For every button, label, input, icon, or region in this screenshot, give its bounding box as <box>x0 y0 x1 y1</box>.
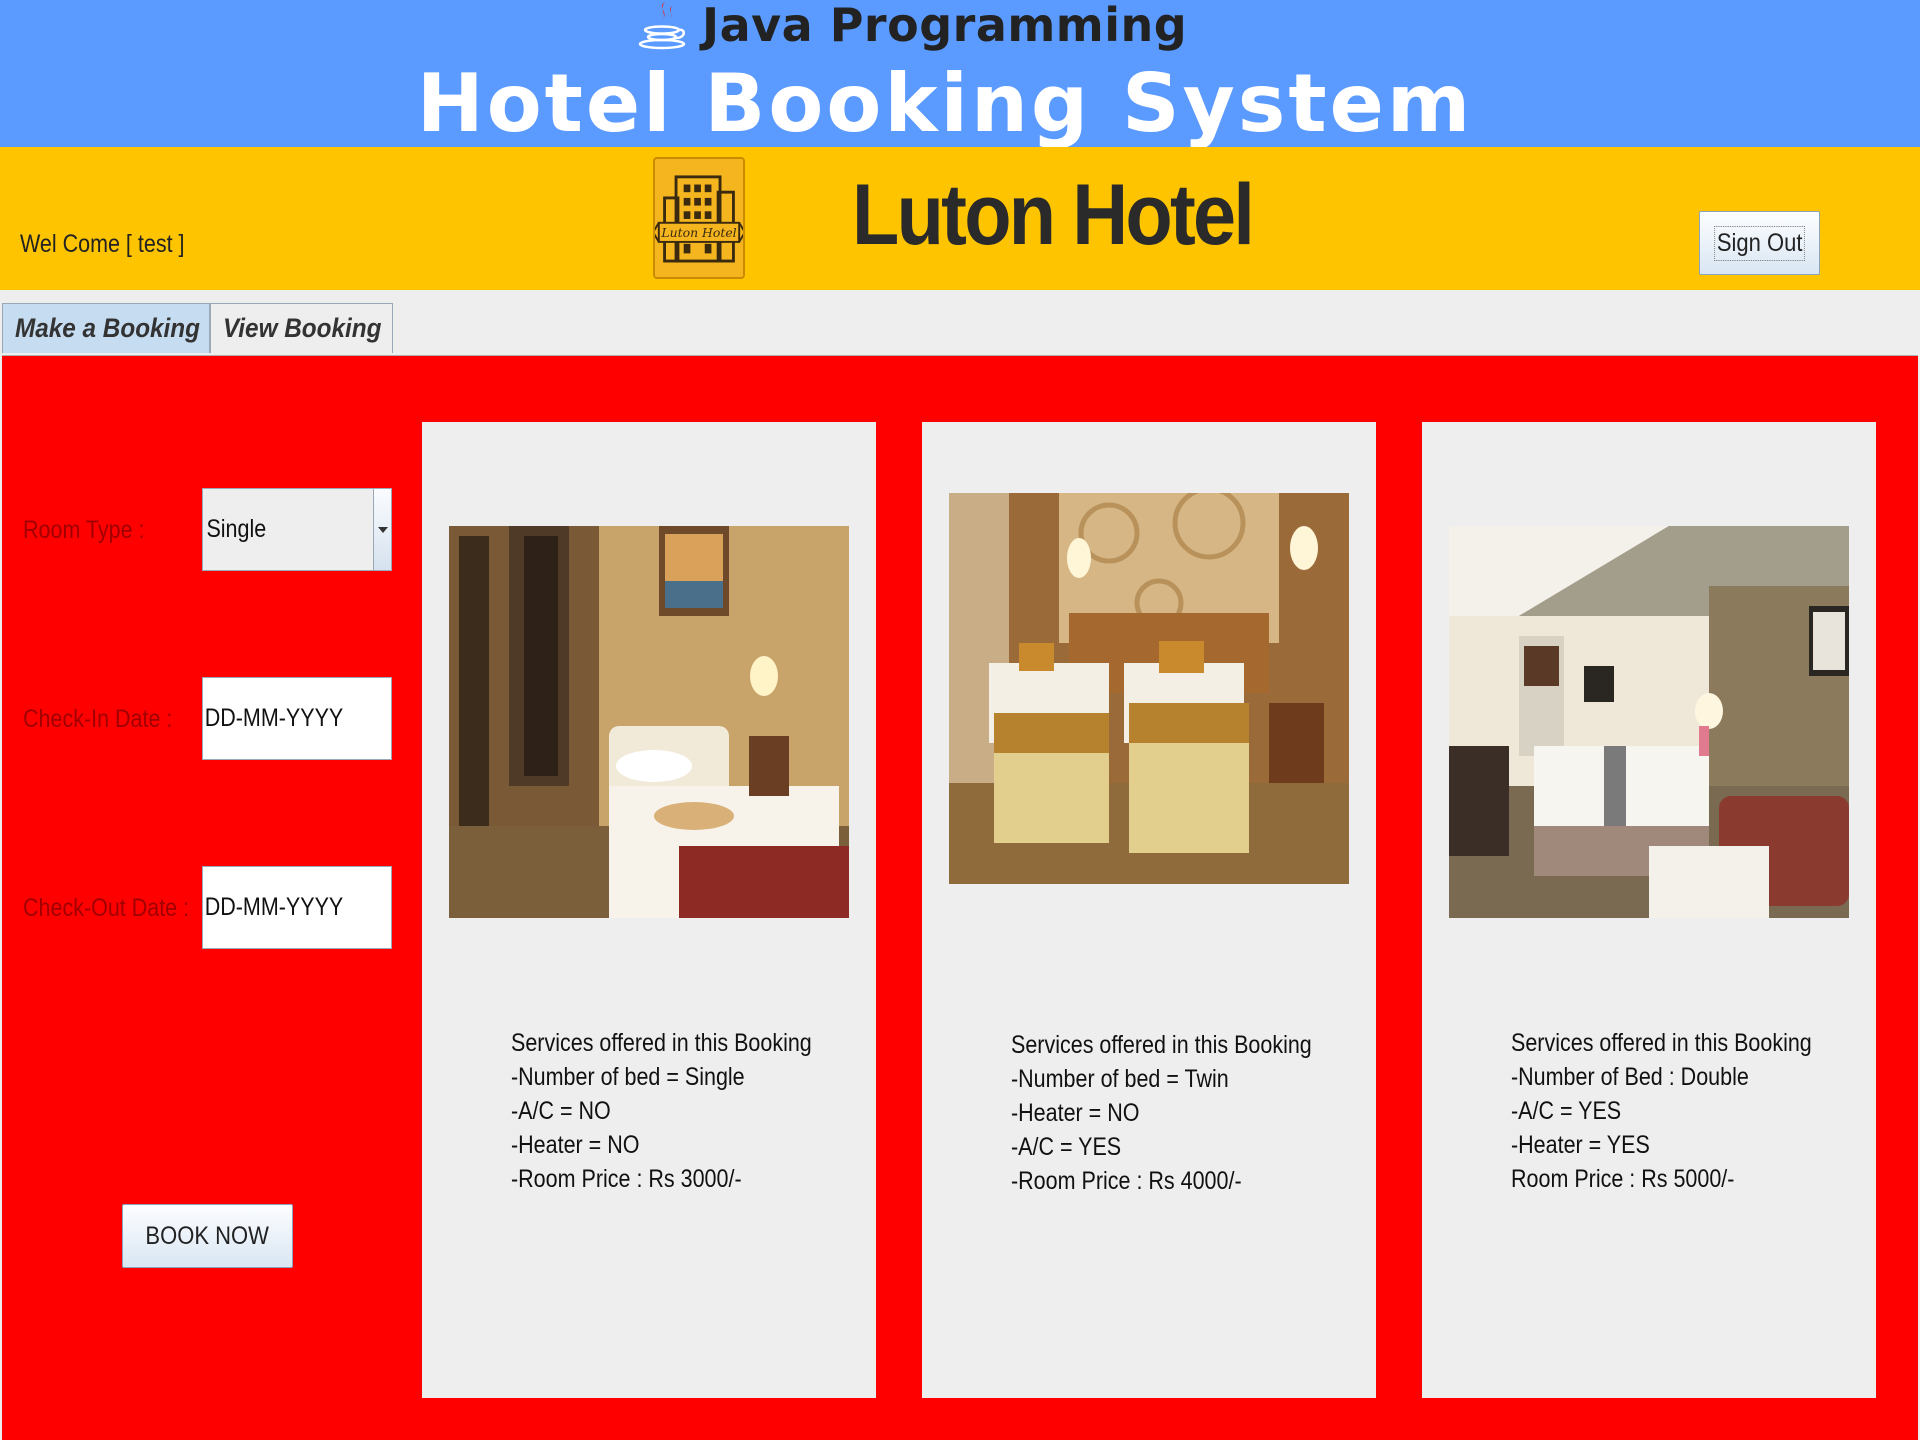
room-type-select[interactable]: Single <box>202 488 392 571</box>
twin-room-photo <box>949 493 1349 884</box>
room-services-double: Services offered in this Booking -Number… <box>1511 1026 1861 1196</box>
sign-out-label: Sign Out <box>1714 225 1805 261</box>
tab-label: Make a Booking <box>15 313 200 343</box>
tab-bar: Make a Booking View Booking <box>0 303 393 353</box>
check-in-date-value: DD-MM-YYYY <box>204 704 344 732</box>
check-out-date-field[interactable]: DD-MM-YYYY <box>202 866 392 949</box>
hotel-header: Wel Come [ test ] Luton Hotel Luton Hote… <box>0 147 1920 290</box>
chevron-down-icon <box>377 526 388 533</box>
check-in-date-field[interactable]: DD-MM-YYYY <box>202 677 392 760</box>
room-card-double: Services offered in this Booking -Number… <box>1422 422 1876 1398</box>
svg-text:Luton Hotel: Luton Hotel <box>660 225 736 240</box>
booking-panel: Room Type : Single Check-In Date : DD-MM… <box>2 355 1918 1440</box>
services-line: -A/C = YES <box>1011 1133 1122 1161</box>
java-programming-title: Java Programming <box>702 0 1188 52</box>
single-room-photo <box>449 526 849 918</box>
dropdown-arrow-button[interactable] <box>373 489 391 570</box>
java-title-line: Java Programming <box>632 0 1187 50</box>
services-line: -Number of bed = Twin <box>1011 1065 1229 1093</box>
hotel-logo-icon: Luton Hotel <box>653 157 745 279</box>
tab-label: View Booking <box>223 313 382 343</box>
check-out-label: Check-Out Date : <box>23 894 190 922</box>
services-line: -Number of bed = Single <box>511 1063 745 1091</box>
services-line: -A/C = YES <box>1511 1097 1622 1125</box>
sign-out-button[interactable]: Sign Out <box>1699 211 1820 275</box>
book-now-label: BOOK NOW <box>145 1221 270 1250</box>
app-banner: Java Programming Hotel Booking System <box>0 0 1920 150</box>
services-line: -Heater = NO <box>511 1131 640 1159</box>
room-type-label: Room Type : <box>23 516 145 544</box>
services-line: Room Price : Rs 5000/- <box>1511 1165 1735 1193</box>
services-line: Services offered in this Booking <box>1011 1031 1312 1059</box>
services-line: -Heater = YES <box>1511 1131 1650 1159</box>
services-line: Services offered in this Booking <box>1511 1029 1812 1057</box>
check-in-label: Check-In Date : <box>23 705 173 733</box>
tab-make-a-booking[interactable]: Make a Booking <box>2 303 210 353</box>
services-line: Services offered in this Booking <box>511 1029 812 1057</box>
room-type-value: Single <box>206 515 267 543</box>
services-line: -Heater = NO <box>1011 1099 1140 1127</box>
services-line: -A/C = NO <box>511 1097 611 1125</box>
services-line: -Room Price : Rs 3000/- <box>511 1165 742 1193</box>
services-line: -Number of Bed : Double <box>1511 1063 1749 1091</box>
room-card-single: Services offered in this Booking -Number… <box>422 422 876 1398</box>
room-services-twin: Services offered in this Booking -Number… <box>1011 1028 1361 1198</box>
check-out-date-value: DD-MM-YYYY <box>204 893 344 921</box>
room-services-single: Services offered in this Booking -Number… <box>511 1026 861 1196</box>
welcome-text: Wel Come [ test ] <box>20 230 185 258</box>
hotel-name: Luton Hotel <box>852 167 1255 263</box>
system-title: Hotel Booking System <box>416 57 1474 150</box>
services-line: -Room Price : Rs 4000/- <box>1011 1167 1242 1195</box>
java-cup-icon <box>638 2 686 50</box>
book-now-button[interactable]: BOOK NOW <box>122 1204 293 1268</box>
tab-view-booking[interactable]: View Booking <box>210 303 393 353</box>
room-card-twin: Services offered in this Booking -Number… <box>922 422 1376 1398</box>
double-room-photo <box>1449 526 1849 918</box>
